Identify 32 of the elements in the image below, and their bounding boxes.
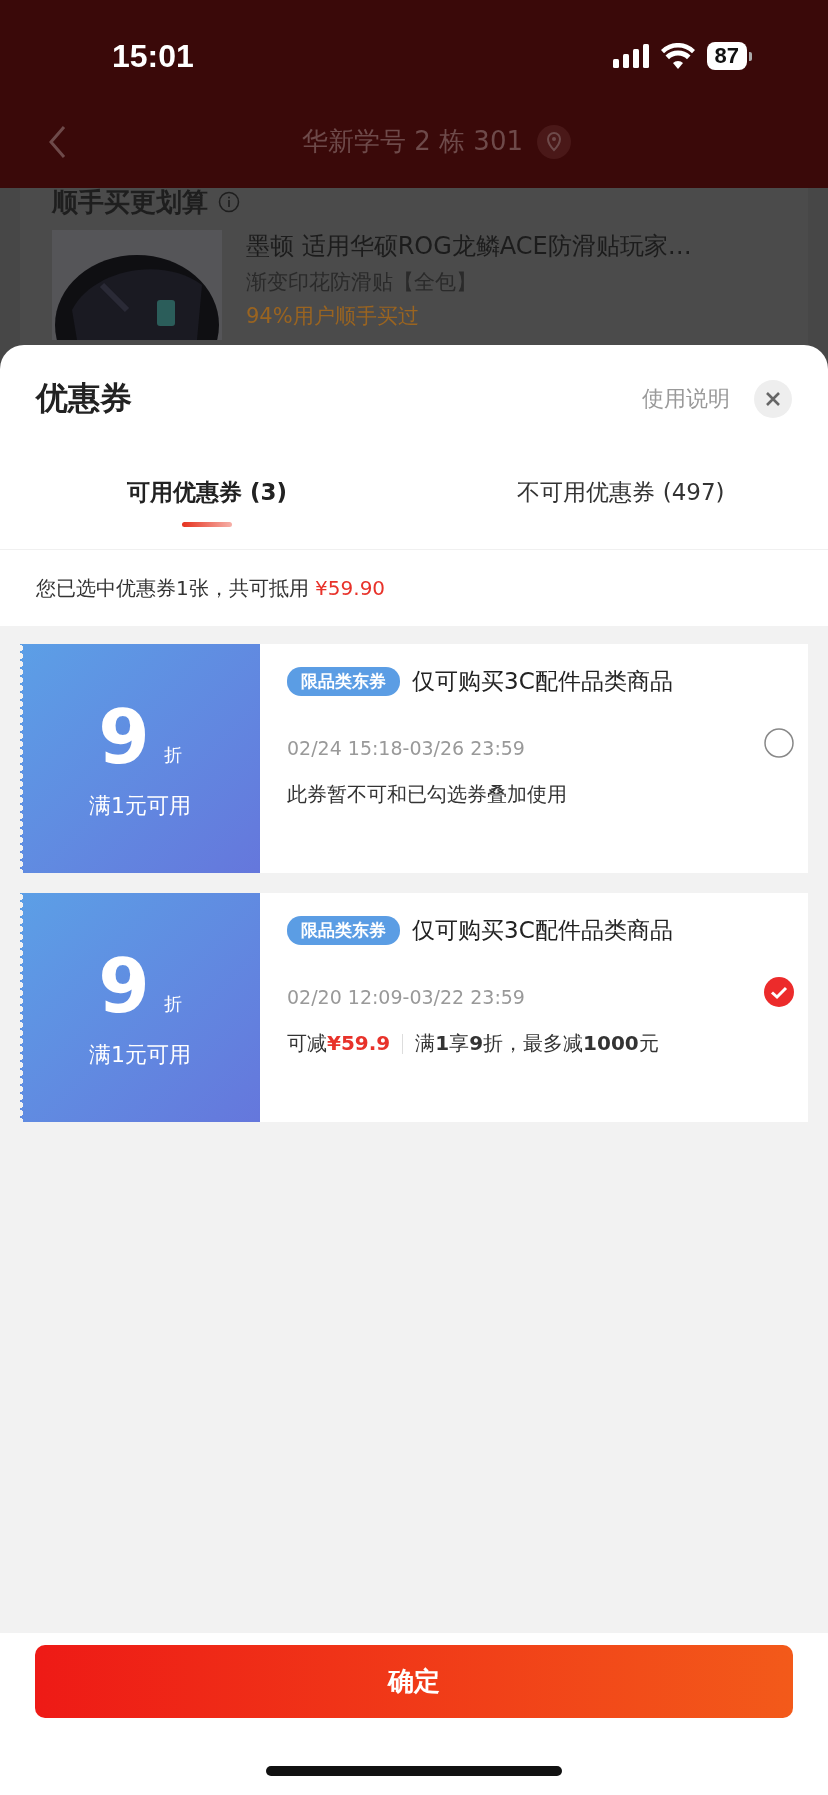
selection-summary: 您已选中优惠券1张，共可抵用 ¥59.90 xyxy=(36,574,386,602)
coupon-card[interactable]: 9 折 满1元可用 限品类东券 仅可购买3C配件品类商品 02/20 12:09-03/22 23:59 可减¥59.9 满1享9折，最多减1000元 xyxy=(20,893,808,1122)
validity-period: 02/24 15:18-03/26 23:59 xyxy=(287,737,525,759)
sheet-title: 优惠券 xyxy=(36,378,133,419)
coupon-tab[interactable]: 不可用优惠券 (497) xyxy=(517,473,725,512)
validity-period: 02/20 12:09-03/22 23:59 xyxy=(287,986,525,1008)
close-icon[interactable] xyxy=(754,380,792,418)
discount-unit: 折 xyxy=(163,991,182,1016)
discount-unit: 折 xyxy=(163,742,182,767)
product-note: 94%用户顺手买过 xyxy=(246,303,420,330)
status-time: 15:01 xyxy=(112,37,194,75)
savings-amount: 可减¥59.9 xyxy=(287,1030,391,1057)
coupon-scope: 仅可购买3C配件品类商品 xyxy=(412,667,673,696)
coupon-card[interactable]: 9 折 满1元可用 限品类东券 仅可购买3C配件品类商品 02/24 15:18-03/26 23:59 此券暂不可和已勾选券叠加使用 xyxy=(20,644,808,873)
coupon-tag: 限品类东券 xyxy=(287,667,400,696)
discount-value: 9 xyxy=(98,945,150,1026)
location-pin-icon[interactable] xyxy=(536,124,571,159)
threshold-text: 满1元可用 xyxy=(89,791,191,820)
coupon-tab[interactable]: 可用优惠券 (3) xyxy=(126,473,287,512)
coupon-note: 此券暂不可和已勾选券叠加使用 xyxy=(287,781,568,808)
unchecked-radio[interactable] xyxy=(764,728,794,758)
back-icon[interactable] xyxy=(48,124,66,159)
info-icon xyxy=(218,191,240,213)
coupon-tag: 限品类东券 xyxy=(287,916,400,945)
confirm-button[interactable]: 确定 xyxy=(35,1645,793,1718)
discount-value: 9 xyxy=(98,696,150,777)
discount-rule: 满1享9折，最多减1000元 xyxy=(415,1030,659,1057)
signal-icon xyxy=(612,44,649,68)
wifi-icon xyxy=(660,43,695,69)
checked-radio[interactable] xyxy=(764,977,794,1007)
coupon-scope: 仅可购买3C配件品类商品 xyxy=(412,916,673,945)
threshold-text: 满1元可用 xyxy=(89,1040,191,1069)
